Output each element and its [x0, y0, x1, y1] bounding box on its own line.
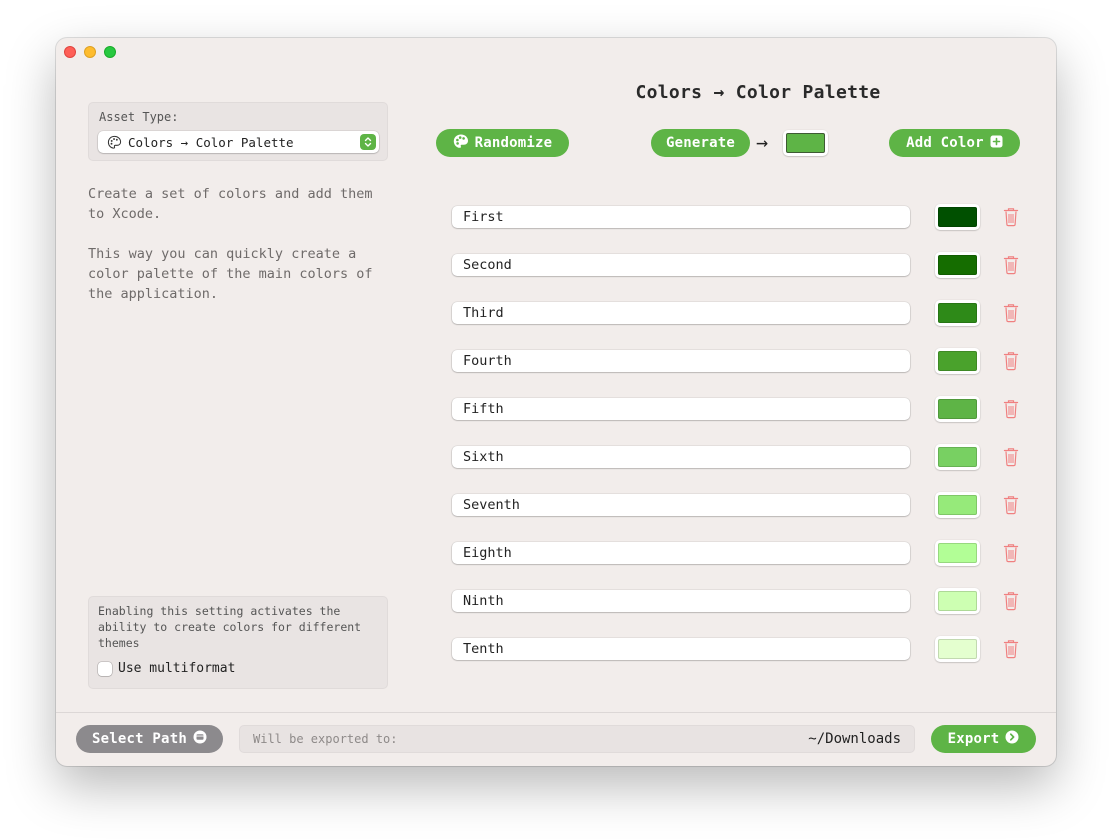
color-swatch — [938, 207, 977, 227]
folder-icon — [193, 730, 207, 748]
color-row — [452, 204, 1032, 230]
color-well[interactable] — [935, 588, 980, 614]
color-name-input[interactable] — [452, 590, 910, 612]
description-text: Create a set of colors and add them to X… — [88, 186, 373, 302]
multiformat-checkbox[interactable] — [98, 661, 112, 676]
app-window: Asset Type: Colors → Color Palette Creat… — [56, 38, 1056, 766]
minimize-window-button[interactable] — [84, 46, 96, 58]
color-well[interactable] — [935, 540, 980, 566]
color-row — [452, 444, 1032, 470]
export-path-field: Will be exported to: ~/Downloads — [239, 725, 915, 753]
color-well[interactable] — [935, 492, 980, 518]
color-well[interactable] — [935, 348, 980, 374]
palette-icon — [453, 134, 469, 153]
color-name-input[interactable] — [452, 206, 910, 228]
color-swatch — [938, 399, 977, 419]
arrow-right-icon: → — [756, 130, 769, 154]
chevron-up-down-icon[interactable] — [360, 134, 376, 150]
color-name-input[interactable] — [452, 494, 910, 516]
color-name-input[interactable] — [452, 350, 910, 372]
trash-icon[interactable] — [1002, 447, 1020, 467]
color-row — [452, 396, 1032, 422]
color-name-input[interactable] — [452, 542, 910, 564]
trash-icon[interactable] — [1002, 351, 1020, 371]
color-row — [452, 252, 1032, 278]
color-swatch — [938, 591, 977, 611]
color-swatch — [938, 303, 977, 323]
asset-type-value: Colors → Color Palette — [128, 134, 294, 150]
trash-icon[interactable] — [1002, 303, 1020, 323]
multiformat-panel: Enabling this setting activates the abil… — [88, 596, 388, 689]
color-row — [452, 636, 1032, 662]
color-swatch — [938, 351, 977, 371]
color-well[interactable] — [935, 300, 980, 326]
trash-icon[interactable] — [1002, 495, 1020, 515]
trash-icon[interactable] — [1002, 207, 1020, 227]
generate-button[interactable]: Generate — [651, 129, 750, 157]
color-swatch — [938, 543, 977, 563]
color-well[interactable] — [935, 252, 980, 278]
color-well[interactable] — [935, 204, 980, 230]
randomize-label: Randomize — [474, 135, 553, 151]
multiformat-toggle[interactable]: Use multiformat — [98, 661, 235, 676]
color-swatch — [938, 447, 977, 467]
add-color-label: Add Color — [906, 135, 984, 151]
color-row — [452, 540, 1032, 566]
base-color-well[interactable] — [783, 130, 828, 156]
color-name-input[interactable] — [452, 446, 910, 468]
trash-icon[interactable] — [1002, 639, 1020, 659]
export-placeholder: Will be exported to: — [253, 732, 398, 746]
trash-icon[interactable] — [1002, 255, 1020, 275]
window-controls — [64, 46, 116, 58]
color-row — [452, 588, 1032, 614]
trash-icon[interactable] — [1002, 591, 1020, 611]
color-row — [452, 492, 1032, 518]
close-window-button[interactable] — [64, 46, 76, 58]
asset-type-panel: Asset Type: Colors → Color Palette — [88, 102, 388, 161]
export-button[interactable]: Export — [931, 725, 1036, 753]
color-row — [452, 348, 1032, 374]
color-name-input[interactable] — [452, 254, 910, 276]
trash-icon[interactable] — [1002, 399, 1020, 419]
add-color-button[interactable]: Add Color — [889, 129, 1020, 157]
chevron-right-circle-icon — [1005, 730, 1019, 748]
randomize-button[interactable]: Randomize — [436, 129, 569, 157]
color-name-input[interactable] — [452, 302, 910, 324]
export-path-value: ~/Downloads — [808, 731, 901, 747]
color-well[interactable] — [935, 636, 980, 662]
color-name-input[interactable] — [452, 638, 910, 660]
color-well[interactable] — [935, 396, 980, 422]
asset-type-label: Asset Type: — [99, 110, 179, 124]
base-color-swatch — [786, 133, 825, 153]
page-title: Colors → Color Palette — [635, 82, 881, 103]
select-path-label: Select Path — [92, 731, 187, 747]
plus-square-icon — [990, 135, 1003, 152]
asset-type-select[interactable]: Colors → Color Palette — [98, 131, 379, 153]
select-path-button[interactable]: Select Path — [76, 725, 223, 753]
zoom-window-button[interactable] — [104, 46, 116, 58]
color-swatch — [938, 639, 977, 659]
generate-label: Generate — [665, 135, 736, 151]
multiformat-label: Use multiformat — [118, 661, 236, 676]
color-swatch — [938, 495, 977, 515]
color-name-input[interactable] — [452, 398, 910, 420]
color-row — [452, 300, 1032, 326]
color-well[interactable] — [935, 444, 980, 470]
trash-icon[interactable] — [1002, 543, 1020, 563]
color-swatch — [938, 255, 977, 275]
palette-icon — [107, 135, 122, 150]
export-label: Export — [947, 731, 1000, 747]
multiformat-help-text: Enabling this setting activates the abil… — [98, 604, 362, 650]
footer-divider — [56, 712, 1056, 713]
